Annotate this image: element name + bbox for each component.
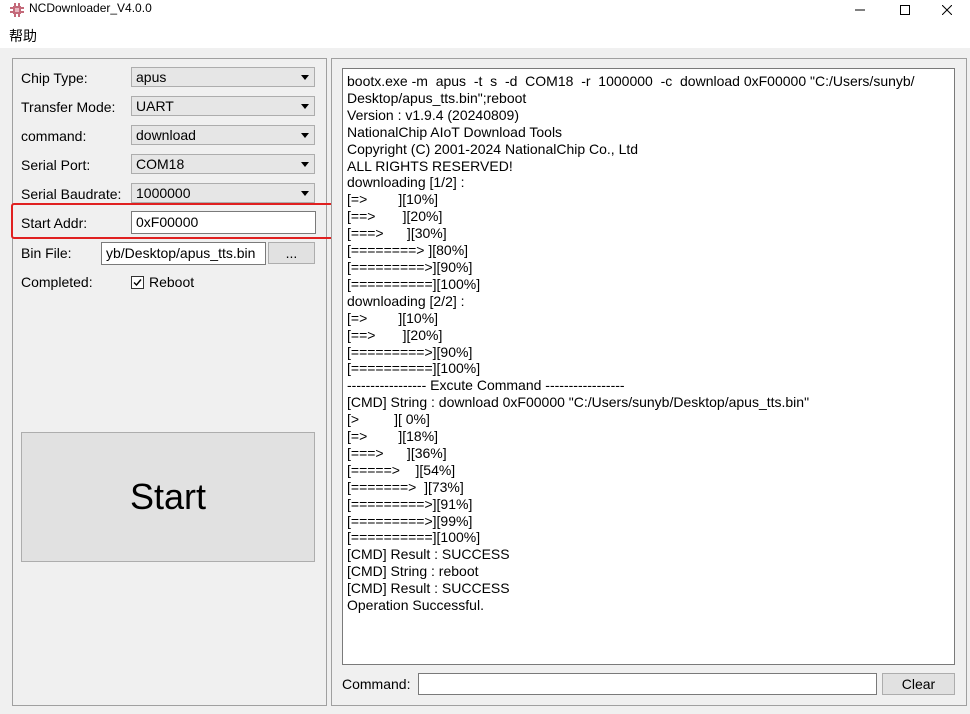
log-line: [CMD] String : reboot [347, 563, 479, 580]
log-line: downloading [1/2] : [347, 174, 465, 191]
log-line: [=========>][91%] [347, 495, 473, 512]
log-line: Operation Successful. [347, 597, 484, 614]
clear-button[interactable]: Clear [882, 673, 955, 695]
check-icon [133, 279, 142, 287]
maximize-icon [900, 5, 910, 15]
chevron-down-icon [301, 191, 309, 196]
log-line: Copyright (C) 2001-2024 NationalChip Co.… [347, 140, 639, 157]
log-line: [========> ][80%] [347, 242, 469, 259]
close-button[interactable] [924, 0, 970, 20]
command-input[interactable] [418, 673, 877, 695]
menu-help[interactable]: 帮助 [9, 26, 37, 46]
close-icon [942, 5, 952, 15]
log-line: Version : v1.9.4 (20240809) [347, 106, 520, 123]
log-line: ALL RIGHTS RESERVED! [347, 157, 513, 174]
minimize-button[interactable] [837, 0, 883, 20]
command-select[interactable]: download [131, 125, 315, 145]
minimize-icon [855, 9, 865, 11]
log-line: [> ][ 0%] [347, 411, 430, 428]
bin-file-label: Bin File: [21, 245, 72, 261]
title-bar: NCDownloader_V4.0.0 [0, 0, 970, 20]
log-output[interactable]: bootx.exe -m apus -t s -d COM18 -r 10000… [342, 68, 955, 665]
log-line: [=====> ][54%] [347, 461, 456, 478]
log-line: downloading [2/2] : [347, 292, 465, 309]
command-label: command: [21, 128, 87, 144]
settings-panel: Chip Type: apus Transfer Mode: UART comm… [11, 58, 336, 706]
bin-file-input[interactable]: yb/Desktop/apus_tts.bin [101, 242, 266, 265]
log-line: [==> ][20%] [347, 208, 443, 225]
start-addr-highlight [11, 203, 336, 239]
start-button[interactable]: Start [21, 432, 315, 562]
log-line: ----------------- Excute Command -------… [347, 377, 625, 394]
serial-port-value: COM18 [136, 156, 185, 172]
log-line: [===> ][36%] [347, 444, 447, 461]
browse-button[interactable]: ... [268, 242, 315, 264]
chevron-down-icon [301, 104, 309, 109]
chip-type-label: Chip Type: [21, 70, 88, 86]
log-line: [==========][100%] [347, 275, 481, 292]
log-line: [=========>][99%] [347, 512, 473, 529]
log-line: [CMD] Result : SUCCESS [347, 546, 510, 563]
window-title: NCDownloader_V4.0.0 [29, 1, 152, 15]
serial-baudrate-select[interactable]: 1000000 [131, 183, 315, 203]
serial-port-select[interactable]: COM18 [131, 154, 315, 174]
log-line: [=> ][10%] [347, 191, 439, 208]
reboot-label: Reboot [149, 274, 195, 290]
serial-baudrate-value: 1000000 [136, 185, 191, 201]
output-panel: bootx.exe -m apus -t s -d COM18 -r 10000… [331, 58, 967, 706]
log-line: NationalChip AIoT Download Tools [347, 123, 563, 140]
transfer-mode-value: UART [136, 98, 174, 114]
log-line: [=======> ][73%] [347, 478, 464, 495]
maximize-button[interactable] [882, 0, 928, 20]
log-line: [==========][100%] [347, 529, 481, 546]
completed-label: Completed: [21, 274, 93, 290]
reboot-checkbox[interactable] [131, 276, 144, 289]
chip-type-select[interactable]: apus [131, 67, 315, 87]
log-line: Desktop/apus_tts.bin";reboot [347, 89, 527, 106]
log-line: [=========>][90%] [347, 258, 473, 275]
app-logo-icon [10, 3, 24, 17]
chip-type-value: apus [136, 69, 167, 85]
transfer-mode-label: Transfer Mode: [21, 99, 116, 115]
log-line: [=========>][90%] [347, 343, 473, 360]
log-line: [=> ][10%] [347, 309, 439, 326]
chevron-down-icon [301, 75, 309, 80]
log-line: [==> ][20%] [347, 326, 443, 343]
transfer-mode-select[interactable]: UART [131, 96, 315, 116]
chevron-down-icon [301, 162, 309, 167]
log-line: [===> ][30%] [347, 225, 447, 242]
serial-port-label: Serial Port: [21, 157, 91, 173]
serial-baudrate-label: Serial Baudrate: [21, 186, 122, 202]
command-input-label: Command: [342, 676, 411, 692]
log-line: [==========][100%] [347, 360, 481, 377]
chevron-down-icon [301, 133, 309, 138]
log-line: [CMD] String : download 0xF00000 "C:/Use… [347, 394, 810, 411]
log-line: bootx.exe -m apus -t s -d COM18 -r 10000… [347, 73, 915, 89]
menu-bar: 帮助 [0, 20, 970, 48]
command-value: download [136, 127, 196, 143]
log-line: [CMD] Result : SUCCESS [347, 580, 510, 597]
log-line: [=> ][18%] [347, 428, 439, 445]
